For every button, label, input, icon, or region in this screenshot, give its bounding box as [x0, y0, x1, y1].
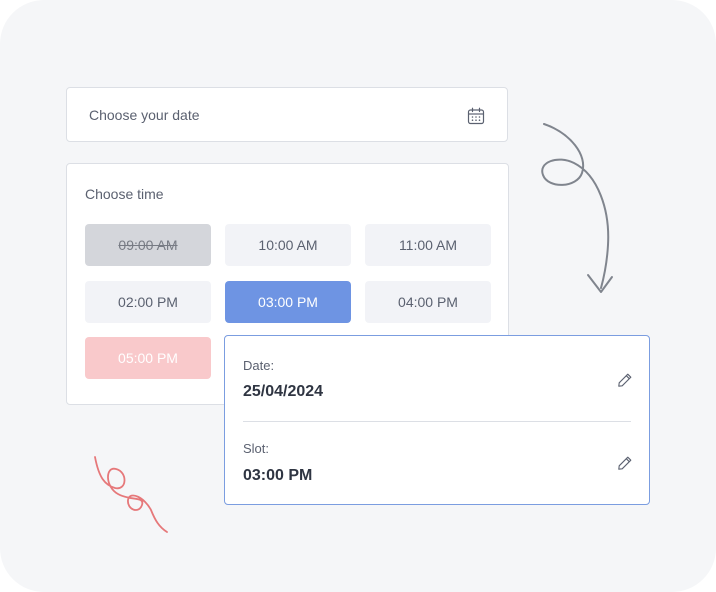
time-picker-title: Choose time: [85, 186, 164, 202]
date-picker-input[interactable]: Choose your date: [66, 87, 508, 142]
summary-divider: [243, 421, 631, 422]
time-slot-0400pm[interactable]: 04:00 PM: [365, 281, 491, 323]
time-slot-0200pm[interactable]: 02:00 PM: [85, 281, 211, 323]
time-slot-1000am[interactable]: 10:00 AM: [225, 224, 351, 266]
edit-slot-pencil-icon[interactable]: [617, 455, 633, 471]
date-picker-placeholder: Choose your date: [89, 107, 200, 123]
summary-slot-label: Slot:: [243, 441, 270, 456]
decorative-squiggle-doodle: [94, 456, 168, 533]
time-slot-0500pm: 05:00 PM: [85, 337, 211, 379]
summary-date-label: Date:: [243, 358, 275, 373]
decorative-arrow-doodle: [541, 123, 613, 293]
booking-canvas: Choose your date Choose time 09:00 AM 10…: [0, 0, 716, 592]
summary-slot-value: 03:00 PM: [243, 467, 313, 484]
calendar-icon[interactable]: [467, 107, 485, 125]
booking-summary-card: Date: 25/04/2024 Slot: 03:00 PM: [224, 335, 650, 505]
time-slot-1100am[interactable]: 11:00 AM: [365, 224, 491, 266]
edit-date-pencil-icon[interactable]: [617, 372, 633, 388]
time-slot-0900am: 09:00 AM: [85, 224, 211, 266]
summary-date-value: 25/04/2024: [243, 383, 324, 400]
time-slot-0300pm[interactable]: 03:00 PM: [225, 281, 351, 323]
